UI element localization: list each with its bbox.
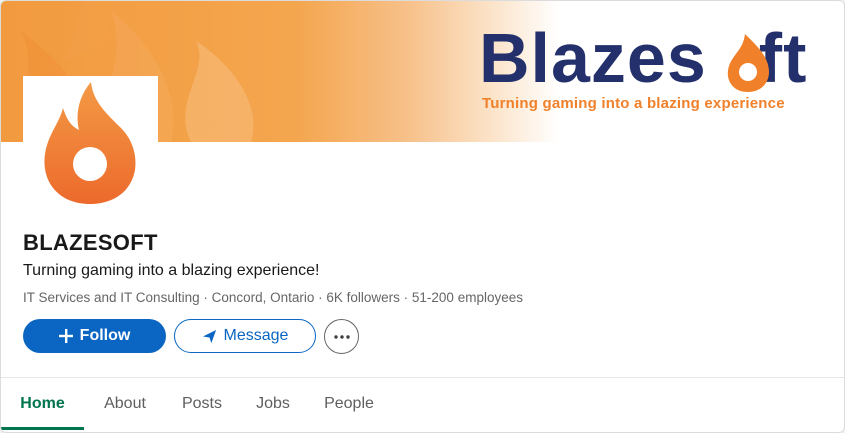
tab-home[interactable]: Home [1, 378, 84, 430]
company-name: BLAZESOFT [23, 230, 158, 255]
follow-button[interactable]: Follow [23, 319, 166, 353]
brand-flame-o-icon [727, 34, 769, 92]
follow-label: Follow [79, 327, 131, 344]
company-logo[interactable] [23, 76, 158, 211]
tab-about[interactable]: About [89, 378, 161, 430]
company-page-card: Blazes ft Turning gaming into a blazing e… [0, 0, 845, 433]
flame-logo-icon [44, 82, 136, 204]
active-tab-indicator [1, 427, 84, 430]
send-icon [202, 329, 216, 343]
plus-icon [58, 329, 73, 343]
message-label: Message [223, 327, 289, 344]
tab-posts[interactable]: Posts [171, 378, 233, 430]
brand-tagline: Turning gaming into a blazing experience [482, 95, 785, 112]
brand-name-start: Blazes [479, 19, 707, 97]
more-options-icon [333, 334, 350, 339]
page-tabs: Home About Posts Jobs People [1, 378, 844, 430]
company-meta-info: IT Services and IT Consulting · Concord,… [23, 290, 523, 305]
company-tagline: Turning gaming into a blazing experience… [23, 262, 320, 279]
tab-people[interactable]: People [313, 378, 385, 430]
more-options-button[interactable] [324, 319, 359, 354]
tab-jobs[interactable]: Jobs [243, 378, 303, 430]
message-button[interactable]: Message [174, 319, 316, 353]
